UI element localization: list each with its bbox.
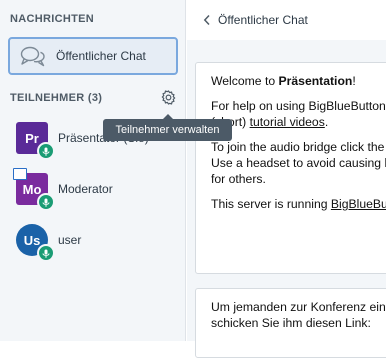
welcome-audio: To join the audio bridge click the phone…: [211, 140, 386, 186]
chat-panel: Öffentlicher Chat Welcome to Präsentatio…: [187, 0, 386, 358]
chat-title: Öffentlicher Chat: [218, 13, 308, 27]
welcome-server: This server is running BigBlueButton: [211, 196, 386, 212]
sidebar: NACHRICHTEN Öffentlicher Chat TEILNEHMER…: [0, 0, 186, 341]
microphone-icon: [37, 142, 55, 160]
chevron-left-icon[interactable]: [203, 13, 211, 31]
invite-text: Um jemanden zur Konferenz einzuladen,sch…: [211, 300, 386, 330]
presenter-icon: [13, 168, 27, 180]
chat-bubbles-icon: [20, 46, 46, 73]
microphone-icon: [37, 244, 55, 262]
user-name: Moderator: [58, 182, 113, 196]
manage-participants-tooltip: Teilnehmer verwalten: [103, 114, 232, 141]
bigbluebutton-link[interactable]: BigBlueButton: [331, 197, 386, 211]
participants-section-title: TEILNEHMER (3): [10, 92, 103, 104]
messages-section-title: NACHRICHTEN: [10, 13, 94, 25]
invite-message: Um jemanden zur Konferenz einzuladen,sch…: [195, 288, 386, 358]
public-chat-button[interactable]: Öffentlicher Chat: [8, 37, 178, 75]
tutorial-videos-link[interactable]: tutorial videos: [250, 115, 325, 129]
welcome-line: Welcome to Präsentation!: [211, 74, 356, 88]
welcome-message: Welcome to Präsentation! For help on usi…: [195, 62, 386, 274]
microphone-icon: [37, 193, 55, 211]
chat-header[interactable]: Öffentlicher Chat: [187, 0, 386, 40]
public-chat-label: Öffentlicher Chat: [56, 49, 146, 63]
gear-icon[interactable]: [160, 89, 177, 111]
welcome-help: For help on using BigBlueButton see thes…: [211, 99, 386, 129]
user-name: user: [58, 233, 82, 247]
